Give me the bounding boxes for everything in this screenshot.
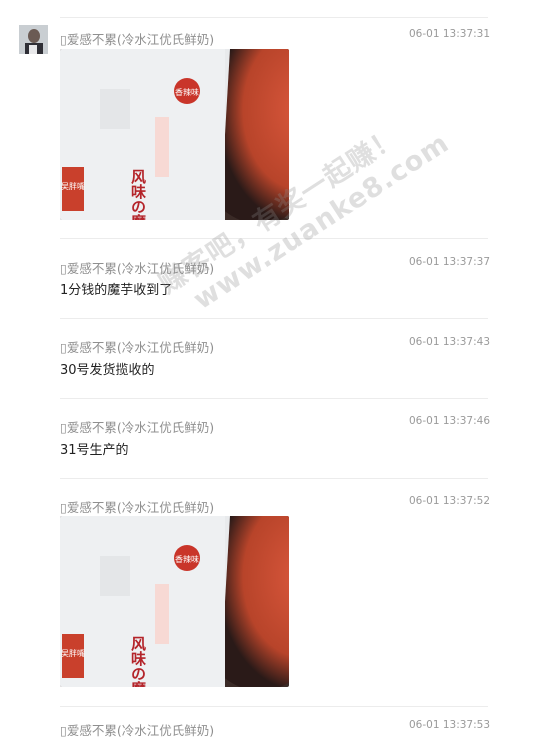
sender-avatar[interactable] — [19, 25, 48, 54]
svg-text:吴胖嘴: 吴胖嘴 — [61, 181, 85, 191]
message-timestamp: 06-01 13:37:46 — [409, 415, 491, 427]
message-divider — [60, 318, 488, 319]
message-divider — [60, 17, 488, 18]
phone-icon: ▯ — [60, 32, 67, 47]
phone-icon: ▯ — [60, 261, 67, 276]
sender-name: ▯爱感不累(冷水江优氏鲜奶) — [60, 420, 215, 435]
message-text: 31号生产的 — [60, 443, 129, 458]
message-text: 1分钱的魔芋收到了 — [60, 283, 173, 298]
svg-text:香辣味: 香辣味 — [175, 87, 199, 97]
phone-icon: ▯ — [60, 420, 67, 435]
svg-text:风味の魔芋: 风味の魔芋 — [129, 636, 147, 687]
svg-text:香辣味: 香辣味 — [175, 554, 199, 564]
message-timestamp: 06-01 13:37:31 — [409, 28, 491, 40]
message-divider — [60, 398, 488, 399]
sender-name: ▯爱感不累(冷水江优氏鲜奶) — [60, 340, 215, 355]
phone-icon: ▯ — [60, 340, 67, 355]
message-timestamp: 06-01 13:37:37 — [409, 256, 491, 268]
svg-text:吴胖嘴: 吴胖嘴 — [61, 648, 85, 658]
message-text: 30号发货揽收的 — [60, 363, 155, 378]
message-timestamp: 06-01 13:37:52 — [409, 495, 491, 507]
phone-icon: ▯ — [60, 723, 67, 738]
sender-name: ▯爱感不累(冷水江优氏鲜奶) — [60, 723, 215, 738]
message-timestamp: 06-01 13:37:43 — [409, 336, 491, 348]
message-timestamp: 06-01 13:37:53 — [409, 719, 491, 731]
message-divider — [60, 706, 488, 707]
product-photo[interactable]: 吴胖嘴 风味の魔芋 香辣味 — [60, 516, 289, 687]
phone-icon: ▯ — [60, 500, 67, 515]
sender-name: ▯爱感不累(冷水江优氏鲜奶) — [60, 32, 215, 47]
svg-text:风味の魔芋: 风味の魔芋 — [129, 169, 147, 220]
sender-name: ▯爱感不累(冷水江优氏鲜奶) — [60, 261, 215, 276]
product-photo[interactable]: 吴胖嘴 风味の魔芋 香辣味 — [60, 49, 289, 220]
message-divider — [60, 478, 488, 479]
sender-name: ▯爱感不累(冷水江优氏鲜奶) — [60, 500, 215, 515]
message-divider — [60, 238, 488, 239]
